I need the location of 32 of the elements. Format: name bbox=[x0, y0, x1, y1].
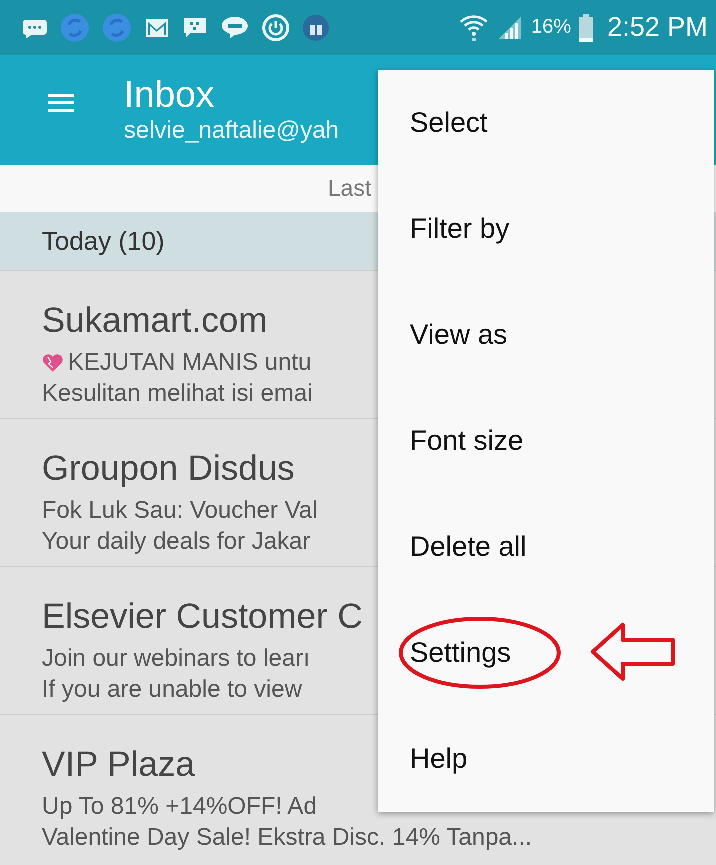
email-preview: Valentine Day Sale! Ekstra Disc. 14% Tanpa... bbox=[42, 823, 532, 853]
menu-icon[interactable] bbox=[48, 92, 74, 114]
account-email: selvie_naftalie@yah bbox=[124, 117, 340, 145]
sync-icon bbox=[102, 12, 132, 42]
email-subject: Fok Luk Sau: Voucher Val bbox=[42, 496, 318, 526]
menu-item[interactable]: Select bbox=[378, 70, 714, 176]
sync-icon bbox=[60, 12, 90, 42]
arrow-icon bbox=[590, 622, 676, 682]
message-icon bbox=[182, 16, 208, 40]
wifi-icon bbox=[459, 12, 490, 42]
power-icon bbox=[262, 14, 290, 42]
sender-name: VIP Plaza bbox=[42, 745, 196, 785]
email-preview: Kesulitan melihat isi emai bbox=[42, 379, 313, 409]
email-subject: KEJUTAN MANIS untu bbox=[68, 348, 312, 378]
menu-item[interactable]: Settings bbox=[378, 600, 714, 706]
group-label: Today (10) bbox=[42, 226, 165, 256]
battery-icon bbox=[579, 14, 594, 42]
inbox-title: Inbox bbox=[124, 75, 216, 115]
email-subject: Up To 81% +14%OFF! Ad bbox=[42, 792, 318, 822]
email-preview: If you are unable to view bbox=[42, 675, 302, 705]
email-preview: Your daily deals for Jakar bbox=[42, 527, 311, 557]
mail-icon bbox=[144, 16, 170, 38]
battery-percentage: 16% bbox=[531, 16, 572, 39]
chat-bubble-icon bbox=[220, 14, 250, 40]
email-subject: Join our webinars to learı bbox=[42, 644, 310, 674]
sender-name: Sukamart.com bbox=[42, 301, 268, 341]
signal-icon bbox=[497, 14, 524, 40]
clock: 2:52 PM bbox=[607, 12, 708, 43]
sender-name: Elsevier Customer C bbox=[42, 597, 363, 637]
last-updated-text: Last bbox=[328, 175, 372, 202]
menu-item[interactable]: View as bbox=[378, 282, 714, 388]
sender-name: Groupon Disdus bbox=[42, 449, 295, 489]
